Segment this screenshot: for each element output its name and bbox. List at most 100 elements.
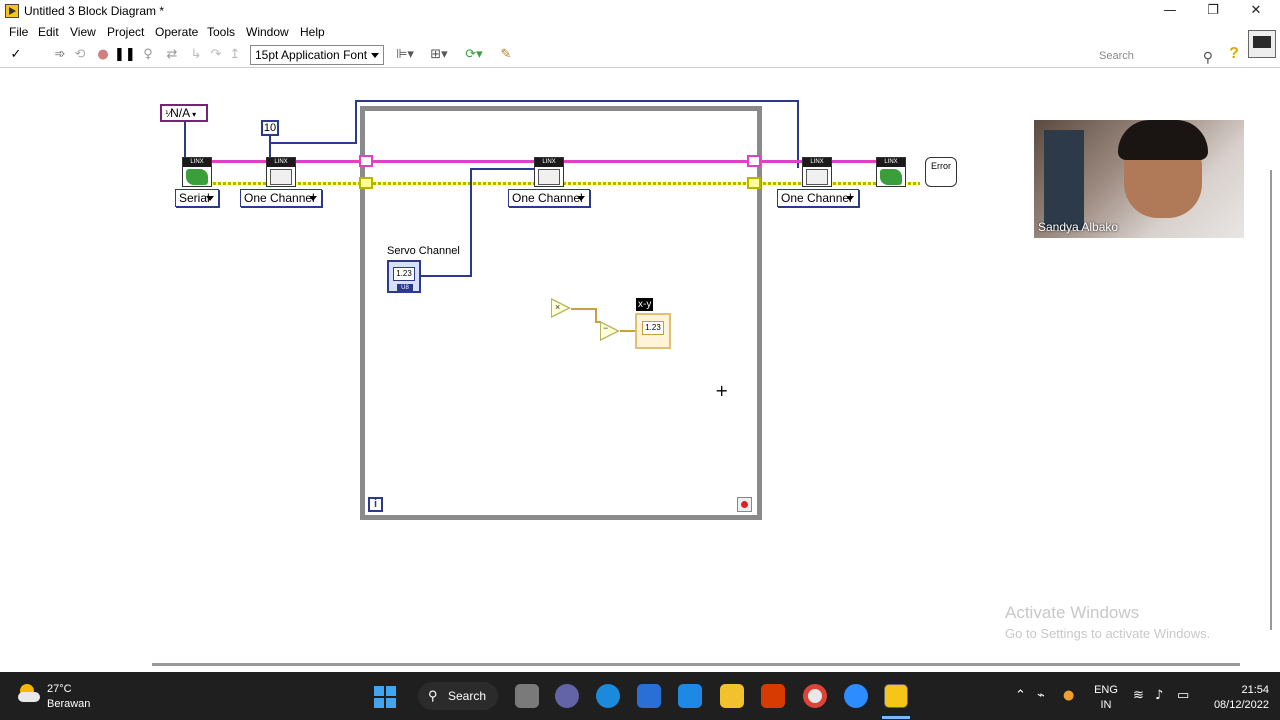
serial-dropdown[interactable]: Serial (175, 189, 219, 207)
labview-taskbar-icon[interactable] (884, 684, 908, 708)
help-icon[interactable]: ? (1226, 45, 1242, 65)
na-constant[interactable]: ⅟N/A ▾ (160, 104, 208, 122)
step-out-icon[interactable]: ↥ (226, 46, 244, 64)
person-hair (1118, 120, 1208, 160)
numeric-wire-right (797, 100, 799, 168)
linx-close-header: LINX (877, 158, 905, 167)
menu-project[interactable]: Project (107, 25, 144, 39)
retain-wire-icon[interactable]: ⇄ (163, 46, 181, 64)
checkmark-icon[interactable]: ✓ (7, 46, 25, 64)
highlight-bulb-icon[interactable]: ♀ (139, 46, 157, 64)
pause-icon[interactable]: ❚❚ (114, 46, 136, 64)
linx-open-vi[interactable]: LINX (182, 157, 212, 187)
chevron-down-icon (309, 196, 317, 201)
chrome-icon[interactable] (803, 684, 827, 708)
menu-bar: File Edit View Project Operate Tools Win… (0, 22, 1280, 42)
background-cloth (1044, 130, 1084, 230)
title-bar: Untitled 3 Block Diagram * — ❐ ✕ (0, 0, 1280, 22)
microphone-icon[interactable]: ● (1063, 688, 1074, 703)
linx-open-icon (186, 169, 208, 185)
servo-channel-label: Servo Channel (387, 245, 460, 257)
weather-icon[interactable] (16, 684, 40, 704)
menu-window[interactable]: Window (246, 25, 289, 39)
zoom-icon[interactable] (844, 684, 868, 708)
search-icon[interactable]: ⚲ (1203, 47, 1213, 67)
multiply-symbol: × (555, 302, 561, 312)
iteration-terminal[interactable]: i (368, 497, 383, 512)
servo-channel-rep: U8 (397, 284, 413, 292)
servo-close-icon (806, 169, 828, 185)
loop-tunnel-yellow-right[interactable] (747, 177, 761, 189)
chevron-down-icon (206, 196, 214, 201)
office-icon[interactable] (761, 684, 785, 708)
labview-app-icon (5, 4, 19, 18)
start-button[interactable] (374, 686, 396, 708)
menu-tools[interactable]: Tools (207, 25, 235, 39)
menu-help[interactable]: Help (300, 25, 325, 39)
linx-servo-close-vi[interactable]: LINX (802, 157, 832, 187)
vertical-scrollbar[interactable] (1270, 170, 1272, 630)
close-button[interactable]: ✕ (1236, 2, 1276, 20)
channel-dropdown-open[interactable]: One Channel (240, 189, 322, 207)
volume-icon[interactable]: ♪ (1155, 688, 1163, 703)
horizontal-scrollbar[interactable] (152, 663, 1240, 666)
vi-icon[interactable] (1248, 30, 1276, 58)
align-icon[interactable]: ⊫▾ (393, 46, 417, 64)
font-select[interactable]: 15pt Application Font (250, 45, 384, 65)
indicator-label: x-y (636, 298, 654, 311)
mail-icon[interactable] (678, 684, 702, 708)
menu-view[interactable]: View (70, 25, 96, 39)
numeric-wire-h (269, 142, 356, 144)
menu-file[interactable]: File (9, 25, 28, 39)
cloud-shape (18, 692, 40, 702)
clock-time[interactable]: 21:54 (1205, 684, 1269, 696)
simple-error-handler[interactable]: Error (925, 157, 957, 187)
numeric-constant[interactable]: 10 (261, 120, 279, 136)
wifi-icon[interactable]: ≋ (1133, 688, 1144, 703)
language-label[interactable]: ENG (1094, 684, 1118, 696)
edge-icon[interactable] (596, 684, 620, 708)
xy-indicator[interactable]: 1.23 (635, 313, 671, 349)
loop-tunnel-pink-right[interactable] (747, 155, 761, 167)
distribute-icon[interactable]: ⊞▾ (427, 46, 451, 64)
region-label[interactable]: IN (1094, 699, 1118, 711)
taskbar: 27°C Berawan ⚲ Search ⌃ ⌁ ● ENG IN ≋ ♪ ▭… (0, 672, 1280, 720)
channel-dropdown-close[interactable]: One Channel (777, 189, 859, 207)
minimize-button[interactable]: — (1150, 2, 1190, 20)
linx-servo-open-vi[interactable]: LINX (266, 157, 296, 187)
servo-channel-control[interactable]: 1.23 U8 (387, 260, 421, 293)
activate-windows-title: Activate Windows (1005, 603, 1140, 622)
taskbar-search-label: Search (448, 689, 487, 703)
network-off-icon[interactable]: ⌁ (1037, 688, 1045, 703)
na-constant-value: N/A (170, 106, 191, 120)
weather-condition: Berawan (47, 698, 91, 710)
stop-terminal[interactable] (737, 497, 752, 512)
run-arrow-icon[interactable]: ➾ (51, 46, 69, 64)
step-into-icon[interactable]: ↳ (187, 46, 205, 64)
channel-dropdown-close-value: One Channel (781, 191, 852, 205)
store-icon[interactable] (637, 684, 661, 708)
cleanup-diagram-icon[interactable]: ✎ (497, 46, 515, 64)
clock-date[interactable]: 08/12/2022 (1205, 699, 1269, 711)
file-explorer-icon[interactable] (720, 684, 744, 708)
search-input[interactable]: Search ⚲ (1085, 46, 1219, 66)
abort-icon[interactable]: ● (94, 46, 112, 64)
linx-close-vi[interactable]: LINX (876, 157, 906, 187)
menu-operate[interactable]: Operate (155, 25, 198, 39)
restore-button[interactable]: ❐ (1193, 2, 1233, 20)
taskbar-search[interactable]: ⚲ Search (418, 682, 498, 710)
linx-close-icon (880, 169, 902, 185)
run-continuous-icon[interactable]: ⟲ (71, 46, 89, 64)
reorder-icon[interactable]: ⟳▾ (462, 46, 486, 64)
channel-dropdown-open-value: One Channel (244, 191, 315, 205)
menu-edit[interactable]: Edit (38, 25, 59, 39)
battery-icon[interactable]: ▭ (1177, 688, 1189, 703)
step-over-icon[interactable]: ↷ (207, 46, 225, 64)
activate-windows-subtitle: Go to Settings to activate Windows. (1005, 626, 1211, 641)
subtract-symbol: − (603, 323, 609, 333)
chevron-up-icon[interactable]: ⌃ (1015, 688, 1026, 703)
loop-tunnel-pink-left[interactable] (359, 155, 373, 167)
loop-tunnel-yellow-left[interactable] (359, 177, 373, 189)
teams-chat-icon[interactable] (555, 684, 579, 708)
task-view-icon[interactable] (515, 684, 539, 708)
